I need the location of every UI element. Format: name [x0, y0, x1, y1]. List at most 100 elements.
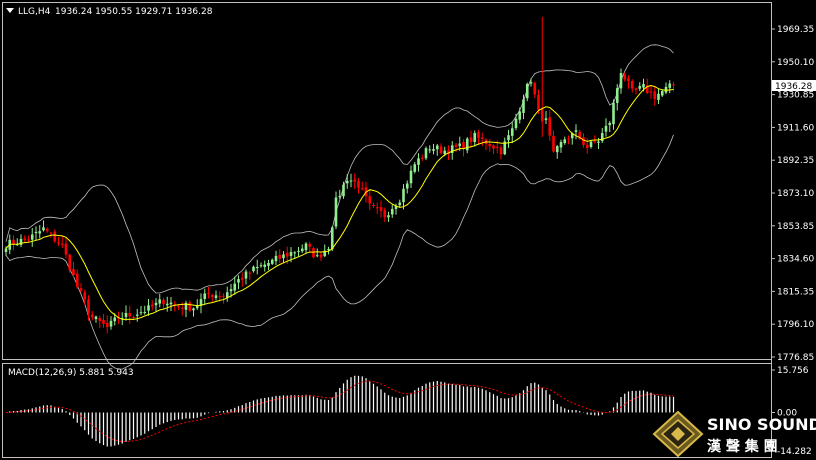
- candle-body: [420, 157, 424, 159]
- price-tick-label: 1873.10: [777, 189, 814, 199]
- candle-body: [522, 99, 525, 113]
- candle-body: [462, 141, 465, 149]
- candle-body: [338, 196, 342, 198]
- candle-body: [237, 279, 240, 283]
- candle-body: [499, 147, 503, 155]
- candle-body: [589, 141, 593, 147]
- price-tick-label: 1815.35: [777, 287, 814, 297]
- price-axis: 1969.35 1950.10 1930.85 1911.60 1892.35 1873.…: [771, 25, 814, 363]
- candle-body: [87, 299, 90, 314]
- candle-body: [612, 102, 615, 125]
- candle-body: [165, 303, 169, 306]
- candle-body: [330, 227, 334, 250]
- candle-body: [229, 289, 233, 292]
- candle-body: [30, 234, 34, 240]
- candle-body: [135, 314, 139, 316]
- candle-body: [533, 82, 537, 95]
- price-tick-label: 1853.85: [777, 222, 814, 232]
- candle-body: [660, 91, 664, 96]
- candle-body: [353, 179, 357, 182]
- candle-body: [19, 238, 23, 245]
- candle-body: [439, 146, 443, 153]
- ohlc-label: 1936.24 1950.55 1929.71 1936.28: [55, 7, 213, 17]
- candle-body: [559, 142, 563, 148]
- price-tick-label: 1969.35: [777, 25, 814, 35]
- candle-body: [315, 255, 319, 257]
- candle-body: [139, 312, 143, 314]
- candle-body: [285, 252, 289, 257]
- candle-body: [345, 180, 349, 184]
- candle-body: [259, 265, 263, 267]
- candle-body: [443, 150, 447, 154]
- candle-body: [469, 137, 473, 143]
- candle-body: [458, 143, 462, 147]
- candle-body: [42, 227, 45, 231]
- candle-body: [274, 255, 278, 262]
- candle-body: [372, 205, 375, 207]
- candle-body: [495, 146, 499, 148]
- candle-body: [514, 118, 518, 129]
- ma-line: [5, 84, 674, 320]
- candle-body: [105, 322, 109, 328]
- candle-body: [627, 78, 630, 82]
- candle-body: [488, 143, 492, 147]
- price-tick-label: 1892.35: [777, 156, 814, 166]
- candle-body: [563, 139, 567, 144]
- price-tick-label: 1834.60: [777, 255, 814, 265]
- candle-body: [263, 264, 267, 267]
- candle-body: [574, 130, 578, 132]
- candle-body: [109, 320, 113, 327]
- candle-body: [555, 146, 559, 153]
- candle-body: [327, 248, 330, 250]
- candle-body: [390, 208, 394, 215]
- logo-text-en: SINO SOUND: [707, 415, 816, 434]
- candle-body: [188, 302, 192, 311]
- candle-body: [593, 141, 597, 143]
- candle-body: [319, 254, 323, 258]
- candle-body: [668, 83, 672, 88]
- candle-body: [360, 188, 364, 190]
- candle-body: [248, 272, 252, 274]
- candle-body: [180, 307, 184, 309]
- candle-body: [619, 73, 623, 89]
- candle-body: [537, 94, 540, 110]
- candle-body: [64, 243, 68, 255]
- price-tick-label: 1950.10: [777, 58, 814, 68]
- candle-body: [615, 88, 619, 103]
- chart-canvas[interactable]: 1969.35 1950.10 1930.85 1911.60 1892.35 1873.…: [0, 0, 816, 460]
- candle-body: [529, 82, 533, 84]
- candle-body: [375, 207, 379, 209]
- candle-body: [507, 135, 510, 141]
- candle-body: [334, 197, 338, 227]
- candle-body: [192, 308, 195, 311]
- current-price-label: 1936.28: [775, 82, 812, 92]
- candle-body: [657, 93, 660, 100]
- candle-body: [278, 254, 282, 259]
- candle-body: [349, 180, 353, 182]
- candle-body: [653, 91, 657, 100]
- candle-body: [49, 232, 53, 234]
- candle-body: [342, 184, 345, 197]
- candle-body: [147, 305, 150, 311]
- candle-body: [312, 248, 315, 258]
- candle-body: [23, 238, 27, 240]
- candle-body: [214, 295, 218, 298]
- candle-body: [79, 288, 83, 291]
- candle-body: [308, 244, 312, 247]
- candle-body: [102, 320, 105, 324]
- candle-body: [357, 180, 360, 188]
- candle-body: [582, 137, 585, 145]
- candle-body: [94, 316, 98, 320]
- candle-body: [424, 148, 428, 159]
- dropdown-triangle-icon[interactable]: [6, 8, 14, 13]
- candle-body: [27, 239, 30, 241]
- candle-body: [387, 215, 390, 218]
- candle-body: [255, 266, 259, 268]
- candle-body: [150, 304, 154, 307]
- bollinger-bands: [5, 44, 674, 370]
- price-tick-label: 1930.85: [777, 91, 814, 101]
- macd-histogram: [5, 375, 675, 447]
- candle-body: [368, 196, 372, 204]
- candle-body: [34, 231, 38, 234]
- candle-body: [544, 118, 548, 120]
